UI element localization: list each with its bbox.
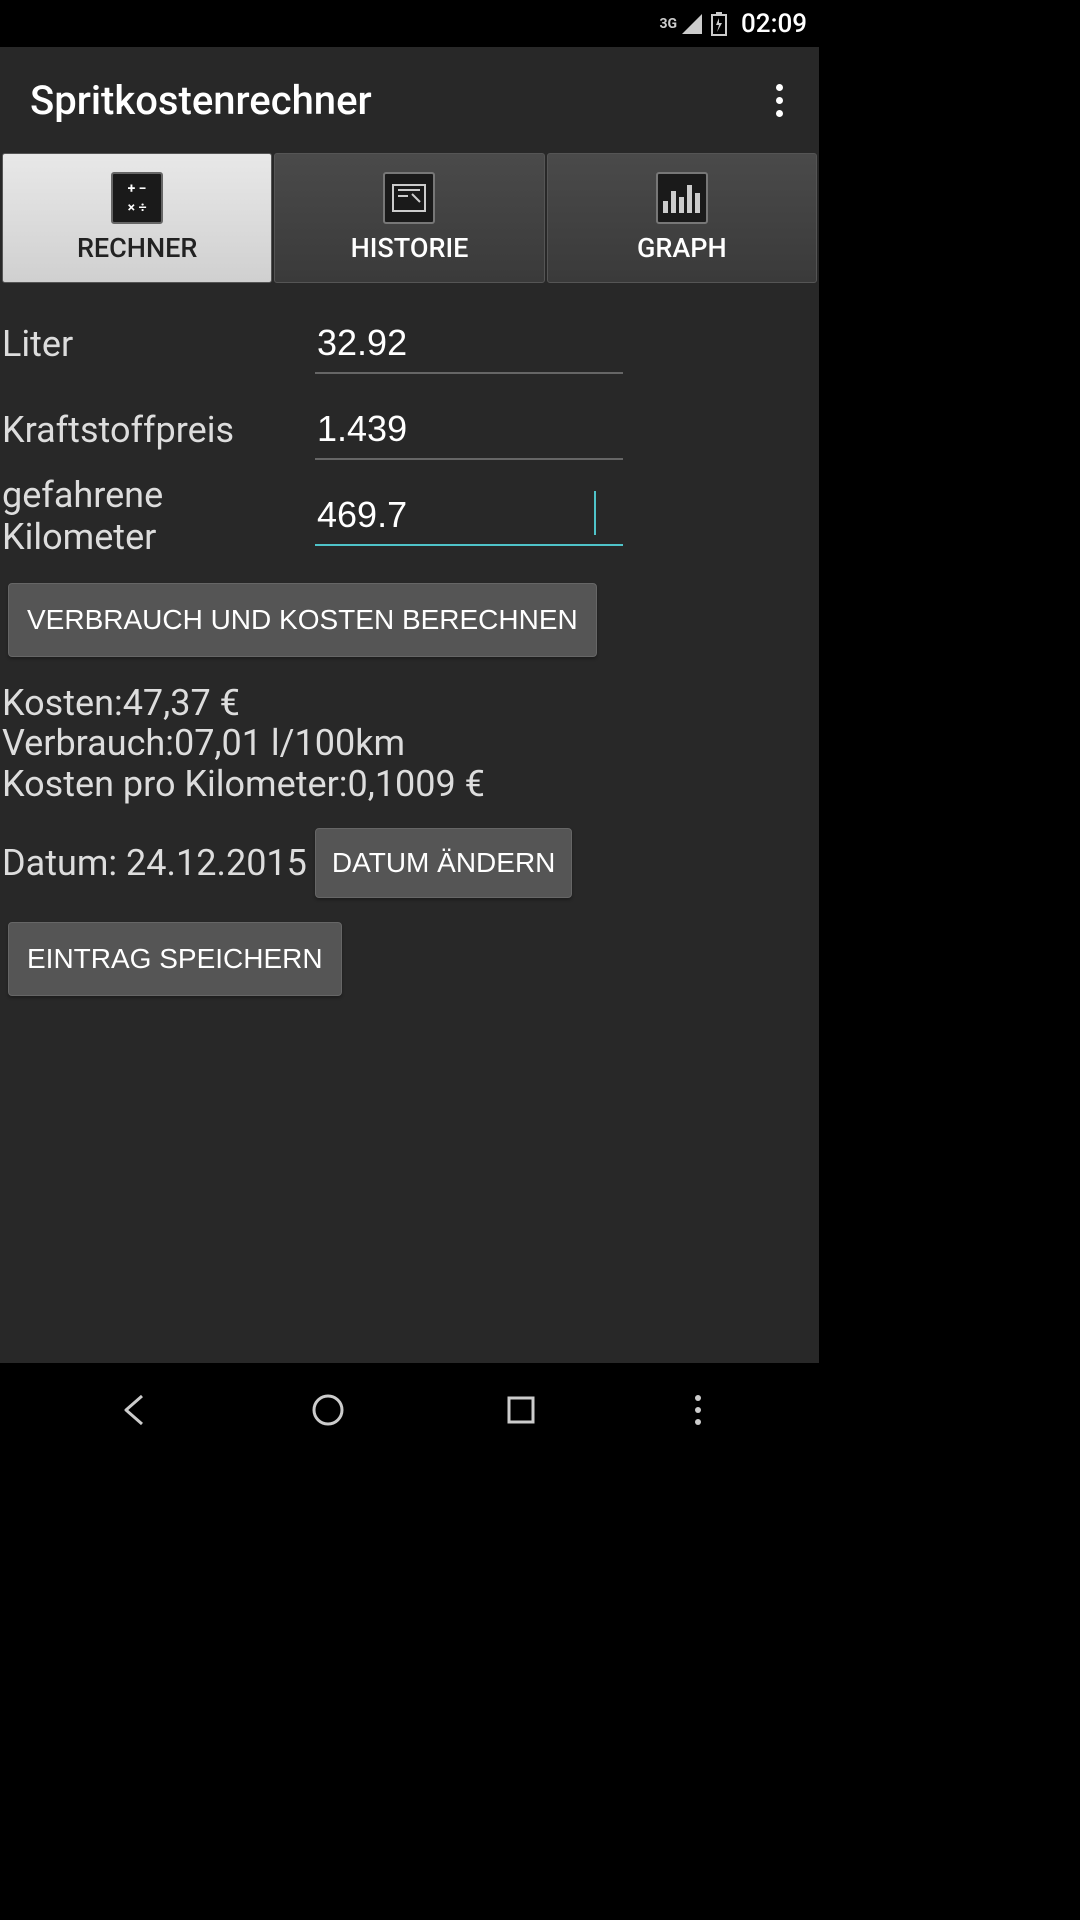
kilometers-input[interactable] bbox=[315, 486, 623, 546]
overflow-menu-icon[interactable] bbox=[759, 80, 799, 120]
tab-label: GRAPH bbox=[637, 232, 727, 264]
tab-label: HISTORIE bbox=[351, 232, 469, 264]
chart-icon bbox=[656, 172, 708, 224]
nav-overflow-icon[interactable] bbox=[683, 1380, 713, 1440]
consumption-result: Verbrauch:07,01 l/100km bbox=[2, 723, 819, 763]
status-bar: 3G 02:09 bbox=[0, 0, 819, 47]
kilometers-label: gefahrene Kilometer bbox=[0, 474, 315, 558]
tab-graph[interactable]: GRAPH bbox=[547, 153, 817, 283]
network-label: 3G bbox=[659, 16, 677, 32]
app-bar: Spritkostenrechner bbox=[0, 47, 819, 153]
tab-label: RECHNER bbox=[77, 232, 197, 264]
back-button[interactable] bbox=[106, 1380, 166, 1440]
cost-result: Kosten:47,37 € bbox=[2, 683, 819, 723]
results-block: Kosten:47,37 € Verbrauch:07,01 l/100km K… bbox=[2, 683, 819, 804]
tab-historie[interactable]: HISTORIE bbox=[274, 153, 544, 283]
navigation-bar bbox=[0, 1363, 819, 1456]
home-button[interactable] bbox=[298, 1380, 358, 1440]
change-date-button[interactable]: DATUM ÄNDERN bbox=[315, 828, 572, 898]
liter-label: Liter bbox=[0, 323, 315, 365]
cost-per-km-result: Kosten pro Kilometer:0,1009 € bbox=[2, 764, 819, 804]
history-icon bbox=[383, 172, 435, 224]
clock: 02:09 bbox=[741, 9, 807, 39]
liter-input[interactable] bbox=[315, 314, 623, 374]
date-label: Datum: 24.12.2015 bbox=[0, 842, 307, 884]
recent-apps-button[interactable] bbox=[491, 1380, 551, 1440]
tab-bar: +−×÷ RECHNER HISTORIE GRA bbox=[0, 153, 819, 283]
app-title: Spritkostenrechner bbox=[30, 77, 372, 124]
calculator-icon: +−×÷ bbox=[111, 172, 163, 224]
fuel-price-label: Kraftstoffpreis bbox=[0, 409, 315, 451]
fuel-price-input[interactable] bbox=[315, 400, 623, 460]
signal-icon bbox=[681, 13, 703, 35]
calculate-button[interactable]: VERBRAUCH UND KOSTEN BERECHNEN bbox=[8, 583, 597, 657]
save-entry-button[interactable]: EINTRAG SPEICHERN bbox=[8, 922, 342, 996]
battery-charging-icon bbox=[711, 12, 727, 36]
tab-rechner[interactable]: +−×÷ RECHNER bbox=[2, 153, 272, 283]
